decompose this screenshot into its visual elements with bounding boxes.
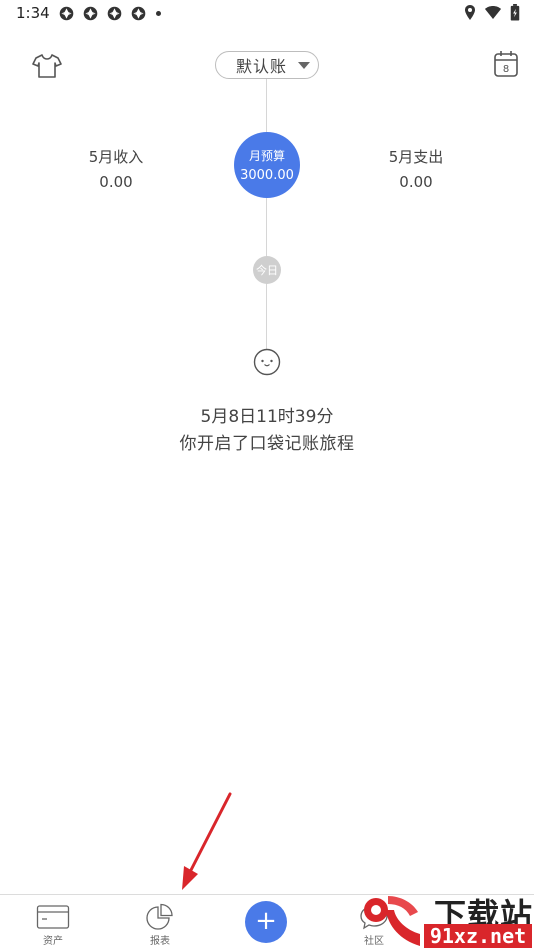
- pie-chart-icon: [146, 903, 173, 930]
- top-bar: 默认账 8: [0, 48, 534, 82]
- today-badge: 今日: [253, 256, 281, 284]
- budget-label: 月预算: [248, 149, 285, 163]
- monthly-budget-button[interactable]: 月预算 3000.00: [234, 132, 300, 198]
- more-notifications-dot: [156, 11, 161, 16]
- watermark-bottom-text: 91xz.net: [424, 924, 532, 948]
- account-book-dropdown[interactable]: 默认账: [215, 51, 319, 79]
- status-notifications: [58, 5, 161, 22]
- location-icon: [465, 5, 475, 20]
- calendar-button[interactable]: 8: [492, 49, 520, 79]
- timeline-line: [266, 78, 267, 353]
- nav-assets[interactable]: 资产: [23, 903, 83, 947]
- watermark-logo-icon: [364, 896, 420, 946]
- journey-start-text: 你开启了口袋记账旅程: [179, 434, 355, 454]
- nav-assets-label: 资产: [43, 936, 63, 947]
- journey-start-time: 5月8日11时39分: [200, 407, 334, 427]
- wifi-icon: [485, 6, 501, 19]
- budget-value: 3000.00: [240, 168, 294, 183]
- expense-value: 0.00: [399, 173, 433, 191]
- app-notification-icon: [83, 6, 98, 21]
- site-watermark: 下载站 91xz.net: [360, 888, 534, 950]
- expense-label: 5月支出: [388, 148, 444, 166]
- monthly-expense[interactable]: 5月支出 0.00: [356, 146, 476, 191]
- account-book-label: 默认账: [236, 57, 288, 76]
- shirt-icon: [32, 54, 62, 78]
- monthly-income[interactable]: 5月收入 0.00: [56, 146, 176, 191]
- nav-reports-label: 报表: [150, 936, 170, 947]
- nav-reports[interactable]: 报表: [130, 903, 190, 947]
- smile-icon: [253, 348, 281, 376]
- app-notification-icon: [107, 6, 122, 21]
- app-notification-icon: [59, 6, 74, 21]
- income-label: 5月收入: [88, 148, 144, 166]
- calendar-icon: 8: [494, 51, 518, 77]
- add-record-button[interactable]: +: [245, 901, 287, 943]
- app-notification-icon: [131, 6, 146, 21]
- annotation-arrow-icon: [182, 792, 232, 890]
- status-system-icons: [464, 4, 520, 21]
- caret-down-icon: [298, 62, 310, 69]
- theme-button[interactable]: [32, 53, 62, 79]
- status-time: 1:34: [16, 4, 50, 22]
- calendar-day-number: 8: [503, 64, 509, 75]
- wallet-card-icon: [36, 905, 70, 929]
- battery-icon: [510, 4, 520, 21]
- income-value: 0.00: [99, 173, 133, 191]
- status-bar: 1:34: [0, 0, 534, 28]
